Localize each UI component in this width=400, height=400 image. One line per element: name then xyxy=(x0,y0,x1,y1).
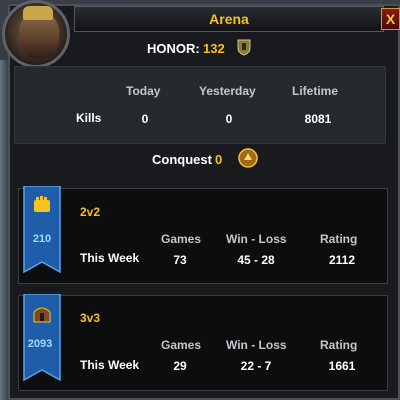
header-games-3v3: Games xyxy=(161,338,202,352)
row-label-this-week-3v3: This Week xyxy=(80,358,140,372)
bracket-name-2v2: 2v2 xyxy=(80,205,101,219)
rating-2v2: 2112 xyxy=(328,253,356,267)
kills-yesterday: 0 xyxy=(225,112,233,126)
header-games-2v2: Games xyxy=(161,232,202,246)
kills-lifetime: 8081 xyxy=(304,112,332,126)
honor-row: HONOR: 132 xyxy=(76,38,376,58)
close-button[interactable]: X xyxy=(381,8,400,30)
character-portrait xyxy=(2,0,70,68)
games-2v2: 73 xyxy=(173,253,187,267)
rating-3v3: 1661 xyxy=(328,359,356,373)
winloss-3v3: 22 - 7 xyxy=(240,359,272,373)
header-yesterday: Yesterday xyxy=(199,84,256,98)
games-3v3: 29 xyxy=(173,359,187,373)
kills-label: Kills xyxy=(76,111,102,125)
header-winloss-2v2: Win - Loss xyxy=(226,232,287,246)
kills-stats-box xyxy=(14,66,386,144)
honor-shield-icon xyxy=(237,39,251,56)
bracket-name-3v3: 3v3 xyxy=(80,311,101,325)
conquest-value: 0 xyxy=(215,152,223,167)
header-today: Today xyxy=(126,84,161,98)
row-label-this-week-2v2: This Week xyxy=(80,251,140,265)
kills-today: 0 xyxy=(141,112,149,126)
conquest-coin-icon xyxy=(238,148,258,168)
header-rating-3v3: Rating xyxy=(320,338,358,352)
honor-label: HONOR: xyxy=(147,41,200,56)
conquest-label: Conquest xyxy=(152,152,212,167)
portrait-headgear xyxy=(23,6,53,20)
bracket-rating-badge-3v3: 2093 xyxy=(27,338,53,350)
helmet-emblem-icon xyxy=(33,307,51,323)
header-rating-2v2: Rating xyxy=(320,232,358,246)
header-winloss-3v3: Win - Loss xyxy=(226,338,287,352)
arena-window: Arena X HONOR: 132 Today Yesterday Lifet… xyxy=(0,0,400,400)
winloss-2v2: 45 - 28 xyxy=(237,253,275,267)
header-lifetime: Lifetime xyxy=(292,84,339,98)
honor-value: 132 xyxy=(203,41,225,56)
bracket-rating-badge-2v2: 210 xyxy=(32,233,52,245)
window-title: Arena xyxy=(209,11,249,27)
